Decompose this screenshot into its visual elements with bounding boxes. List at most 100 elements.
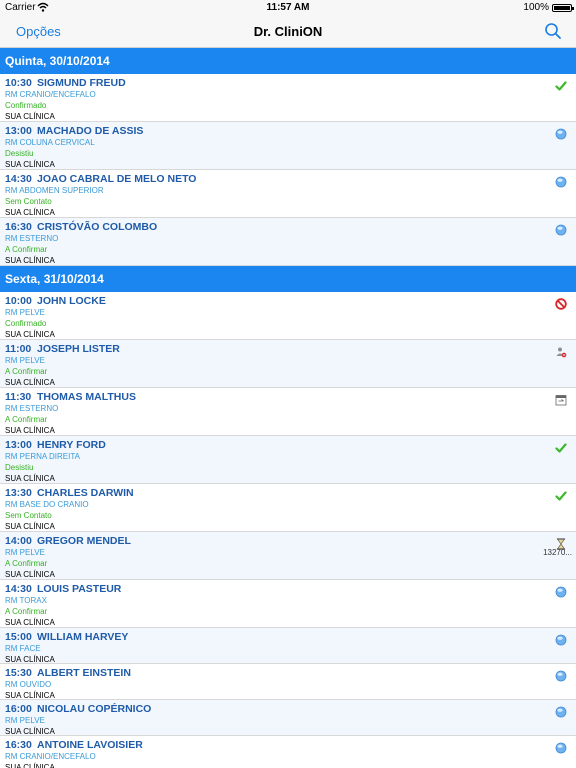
battery-icon	[552, 4, 574, 12]
appointment-row[interactable]: 16:30 CRISTÓVÃO COLOMBO RM ESTERNO A Conf…	[0, 218, 576, 266]
patient-name: CRISTÓVÃO COLOMBO	[37, 221, 158, 233]
checkmark-icon[interactable]	[555, 490, 567, 502]
appointment-heading: 16:30 CRISTÓVÃO COLOMBO	[5, 221, 576, 233]
appointment-time: 13:30	[5, 487, 32, 499]
appointment-status: A Confirmar	[5, 607, 48, 616]
appointment-row[interactable]: 11:00 JOSEPH LISTER RM PELVE A Confirmar …	[0, 340, 576, 388]
blue-dot-icon[interactable]	[555, 634, 567, 646]
checkmark-icon[interactable]	[555, 442, 567, 454]
appointment-row[interactable]: 16:30 ANTOINE LAVOISIER RM CRANIO/ENCEFAL…	[0, 736, 576, 768]
exam-name: RM CRANIO/ENCEFALO	[5, 90, 96, 99]
blue-dot-icon[interactable]	[555, 742, 567, 754]
patient-name: NICOLAU COPÉRNICO	[37, 703, 152, 715]
appointment-heading: 13:00 HENRY FORD	[5, 439, 576, 451]
appointment-row[interactable]: 13:30 CHARLES DARWIN RM BASE DO CRANIO Se…	[0, 484, 576, 532]
appointment-status: A Confirmar	[5, 367, 48, 376]
appointment-row[interactable]: 13:00 HENRY FORD RM PERNA DIREITA Desisti…	[0, 436, 576, 484]
appointment-heading: 13:30 CHARLES DARWIN	[5, 487, 576, 499]
appointment-time: 11:30	[5, 391, 32, 403]
appointment-heading: 14:00 GREGOR MENDEL	[5, 535, 576, 547]
exam-name: RM BASE DO CRANIO	[5, 500, 89, 509]
patient-name: JOSEPH LISTER	[37, 343, 120, 355]
appointment-status: A Confirmar	[5, 559, 48, 568]
exam-name: RM ESTERNO	[5, 234, 59, 243]
patient-name: JOAO CABRAL DE MELO NETO	[37, 173, 197, 185]
appointment-status: Confirmado	[5, 101, 47, 110]
appointment-time: 13:00	[5, 439, 32, 451]
battery-percentage: 100%	[523, 2, 549, 13]
page-title: Dr. CliniON	[253, 24, 323, 39]
search-icon[interactable]	[544, 22, 562, 40]
appointment-row[interactable]: 16:00 NICOLAU COPÉRNICO RM PELVE SUA CLÍN…	[0, 700, 576, 736]
patient-name: JOHN LOCKE	[37, 295, 106, 307]
appointment-row[interactable]: 14:30 LOUIS PASTEUR RM TORAX A Confirmar …	[0, 580, 576, 628]
exam-name: RM PERNA DIREITA	[5, 452, 80, 461]
calendar-icon[interactable]	[555, 394, 567, 406]
day-section: Sexta, 31/10/2014 10:00 JOHN LOCKE RM PEL…	[0, 266, 576, 768]
appointment-time: 15:30	[5, 667, 32, 679]
patient-name: SIGMUND FREUD	[37, 77, 126, 89]
appointment-status: Sem Contato	[5, 197, 52, 206]
blue-dot-icon[interactable]	[555, 176, 567, 188]
exam-name: RM TORAX	[5, 596, 47, 605]
patient-name: THOMAS MALTHUS	[37, 391, 136, 403]
appointment-time: 16:30	[5, 221, 32, 233]
day-section: Quinta, 30/10/2014 10:30 SIGMUND FREUD RM…	[0, 48, 576, 266]
patient-name: CHARLES DARWIN	[37, 487, 134, 499]
patient-name: MACHADO DE ASSIS	[37, 125, 144, 137]
blue-dot-icon[interactable]	[555, 670, 567, 682]
appointment-heading: 13:00 MACHADO DE ASSIS	[5, 125, 576, 137]
checkmark-icon[interactable]	[555, 80, 567, 92]
prohibited-icon[interactable]	[555, 298, 567, 310]
appointment-time: 13:00	[5, 125, 32, 137]
clinic-name: SUA CLÍNICA	[5, 763, 55, 768]
appointment-time: 16:00	[5, 703, 32, 715]
navigation-bar: Opções Dr. CliniON	[0, 16, 576, 48]
exam-name: RM PELVE	[5, 548, 45, 557]
exam-name: RM FACE	[5, 644, 41, 653]
patient-name: ALBERT EINSTEIN	[37, 667, 131, 679]
appointment-status: Sem Contato	[5, 511, 52, 520]
appointment-row[interactable]: 10:30 SIGMUND FREUD RM CRANIO/ENCEFALO Co…	[0, 74, 576, 122]
exam-name: RM ABDOMEN SUPERIOR	[5, 186, 104, 195]
exam-name: RM CRANIO/ENCEFALO	[5, 752, 96, 761]
appointment-row[interactable]: 15:30 ALBERT EINSTEIN RM OUVIDO SUA CLÍNI…	[0, 664, 576, 700]
appointment-status: Desistiu	[5, 149, 34, 158]
blue-dot-icon[interactable]	[555, 128, 567, 140]
appointment-heading: 14:30 JOAO CABRAL DE MELO NETO	[5, 173, 576, 185]
blue-dot-icon[interactable]	[555, 586, 567, 598]
status-bar: Carrier 11:57 AM 100%	[0, 0, 576, 16]
appointment-time: 15:00	[5, 631, 32, 643]
appointment-status: A Confirmar	[5, 245, 48, 254]
appointment-status: A Confirmar	[5, 415, 48, 424]
appointment-row[interactable]: 14:00 GREGOR MENDEL RM PELVE A Confirmar …	[0, 532, 576, 580]
appointment-row[interactable]: 11:30 THOMAS MALTHUS RM ESTERNO A Confirm…	[0, 388, 576, 436]
appointment-time: 14:30	[5, 583, 32, 595]
appointment-heading: 16:30 ANTOINE LAVOISIER	[5, 739, 576, 751]
appointment-row[interactable]: 14:30 JOAO CABRAL DE MELO NETO RM ABDOMEN…	[0, 170, 576, 218]
blue-dot-icon[interactable]	[555, 706, 567, 718]
section-header: Sexta, 31/10/2014	[0, 266, 576, 292]
appointment-list[interactable]: Quinta, 30/10/2014 10:30 SIGMUND FREUD RM…	[0, 48, 576, 768]
appointment-heading: 16:00 NICOLAU COPÉRNICO	[5, 703, 576, 715]
person-remove-icon[interactable]	[555, 346, 567, 358]
appointment-row[interactable]: 10:00 JOHN LOCKE RM PELVE Confirmado SUA …	[0, 292, 576, 340]
blue-dot-icon[interactable]	[555, 224, 567, 236]
appointment-time: 14:30	[5, 173, 32, 185]
patient-name: ANTOINE LAVOISIER	[37, 739, 143, 751]
row-note: 13270...	[543, 548, 572, 557]
appointment-row[interactable]: 15:00 WILLIAM HARVEY RM FACE SUA CLÍNICA	[0, 628, 576, 664]
appointment-row[interactable]: 13:00 MACHADO DE ASSIS RM COLUNA CERVICAL…	[0, 122, 576, 170]
appointment-status: Confirmado	[5, 319, 47, 328]
appointment-heading: 15:00 WILLIAM HARVEY	[5, 631, 576, 643]
exam-name: RM ESTERNO	[5, 404, 59, 413]
clinic-name: SUA CLÍNICA	[5, 256, 55, 265]
appointment-time: 10:30	[5, 77, 32, 89]
appointment-heading: 11:00 JOSEPH LISTER	[5, 343, 576, 355]
exam-name: RM OUVIDO	[5, 680, 52, 689]
appointment-time: 10:00	[5, 295, 32, 307]
exam-name: RM PELVE	[5, 308, 45, 317]
section-header: Quinta, 30/10/2014	[0, 48, 576, 74]
appointment-time: 16:30	[5, 739, 32, 751]
clock: 11:57 AM	[266, 2, 310, 13]
